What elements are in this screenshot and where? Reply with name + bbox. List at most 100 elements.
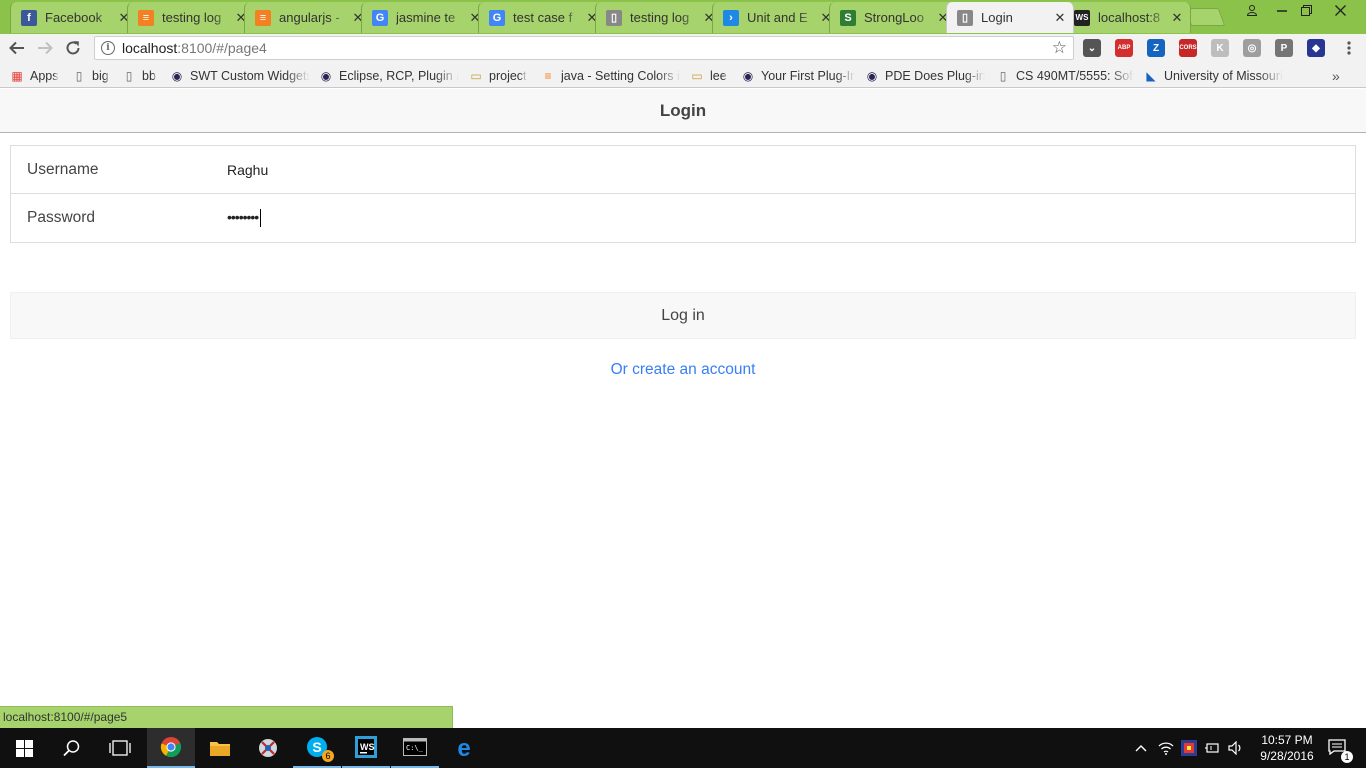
eclipse-icon: ◉ xyxy=(171,69,183,83)
skype-icon[interactable]: S 6 xyxy=(293,728,341,768)
url-host: localhost xyxy=(122,40,178,56)
tab-title: Unit and E xyxy=(747,10,808,25)
chrome-menu-icon[interactable] xyxy=(1338,38,1360,58)
close-window-icon[interactable] xyxy=(1326,0,1354,20)
bookmark-item[interactable]: ◉ Eclipse, RCP, Plugin ar xyxy=(319,67,459,85)
browser-tab[interactable]: Gjasmine te ✕ xyxy=(361,2,489,33)
bookmarks-overflow-chevron-icon[interactable]: » xyxy=(1332,67,1340,85)
site-info-icon[interactable]: i xyxy=(101,41,115,55)
bookmark-item[interactable]: ▯ bb xyxy=(122,67,162,85)
bookmark-item[interactable]: ▯ big xyxy=(72,67,112,85)
clock-date: 9/28/2016 xyxy=(1260,749,1314,763)
create-account-link[interactable]: Or create an account xyxy=(0,361,1366,379)
bookmark-star-icon[interactable]: ☆ xyxy=(1052,38,1067,58)
profile-icon[interactable] xyxy=(1238,0,1266,20)
svg-text:WS: WS xyxy=(360,742,375,752)
username-row[interactable]: Username Raghu xyxy=(11,146,1355,194)
url-path: :8100/#/page4 xyxy=(177,40,267,56)
status-url-bubble: localhost:8100/#/page5 xyxy=(0,706,453,728)
camera-icon[interactable]: ◎ xyxy=(1243,39,1261,57)
google-icon: G xyxy=(372,9,388,26)
windows-taskbar: S 6 WS C:\_ e 10:57 PM 9/28/2016 1 xyxy=(0,728,1366,768)
bookmark-item[interactable]: ≡ java - Setting Colors ir xyxy=(541,67,681,85)
tab-title: Facebook xyxy=(45,10,103,25)
clock-time: 10:57 PM xyxy=(1261,733,1313,747)
browser-tab[interactable]: › Unit and E ✕ xyxy=(712,2,840,33)
clock[interactable]: 10:57 PM 9/28/2016 xyxy=(1252,732,1322,764)
bookmark-item[interactable]: ◣ University of Missouri xyxy=(1144,67,1284,85)
pinterest-p-icon[interactable]: P xyxy=(1275,39,1293,57)
tab-close-icon[interactable]: ✕ xyxy=(1053,10,1067,26)
bookmark-item[interactable]: ◉ PDE Does Plug-ins xyxy=(865,67,985,85)
login-button[interactable]: Log in xyxy=(10,292,1356,339)
wifi-icon[interactable] xyxy=(1156,728,1176,768)
notification-count-badge: 1 xyxy=(1341,750,1353,763)
browser-tab[interactable]: ▯ testing log ✕ xyxy=(595,2,723,33)
page-icon: ▯ xyxy=(606,9,622,26)
tab-title: testing log xyxy=(630,10,690,25)
tab-title: testing log xyxy=(162,10,222,25)
apps-grid-icon: ▦ xyxy=(11,69,23,83)
volume-icon[interactable] xyxy=(1226,728,1246,768)
bookmark-item[interactable]: ▭ lee xyxy=(690,67,732,85)
show-hidden-icons-chevron-icon[interactable] xyxy=(1132,728,1150,768)
svg-text:C:\_: C:\_ xyxy=(406,744,424,752)
address-url[interactable]: localhost:8100/#/page4 xyxy=(122,40,267,56)
restore-icon[interactable] xyxy=(1292,0,1320,20)
webstorm-icon[interactable]: WS xyxy=(342,728,390,768)
browser-tab[interactable]: Gtest case f ✕ xyxy=(478,2,606,33)
action-center-icon[interactable]: 1 xyxy=(1320,728,1354,768)
adblock-plus-icon[interactable]: ABP xyxy=(1115,39,1133,57)
password-input[interactable]: •••••••• xyxy=(227,208,262,227)
page-icon: ▯ xyxy=(125,69,133,83)
bookmark-item[interactable]: ◉ SWT Custom Widgets xyxy=(170,67,310,85)
username-input[interactable]: Raghu xyxy=(227,162,268,178)
browser-tab[interactable]: f Facebook ✕ xyxy=(10,2,138,33)
task-view-icon[interactable] xyxy=(96,728,144,768)
tray-app-icon[interactable] xyxy=(1180,728,1198,768)
search-icon[interactable] xyxy=(48,728,96,768)
snipping-tool-icon[interactable] xyxy=(244,728,292,768)
bookmark-label: project xyxy=(489,69,527,83)
browser-tab[interactable]: ≡ testing log ✕ xyxy=(127,2,255,33)
address-bar[interactable]: i localhost:8100/#/page4 ☆ xyxy=(94,36,1074,60)
bookmark-item[interactable]: ▦ Apps xyxy=(10,67,62,85)
pocket-icon[interactable]: ⌄ xyxy=(1083,39,1101,57)
forward-arrow-icon[interactable] xyxy=(34,38,56,58)
windows-start-icon[interactable] xyxy=(0,728,48,768)
tab-strip: f Facebook ✕ ≡ testing log ✕ ≡ angularjs - ✕ Gjas… xyxy=(0,0,1366,34)
page-icon: ▯ xyxy=(957,9,973,26)
page-icon: ▯ xyxy=(999,69,1007,83)
power-plug-icon[interactable] xyxy=(1202,728,1222,768)
bookmark-item[interactable]: ▭ project xyxy=(469,67,529,85)
page-title: Login xyxy=(659,100,707,120)
password-masked-value: •••••••• xyxy=(227,209,259,226)
facebook-icon: f xyxy=(21,9,37,26)
bookmark-item[interactable]: ▯ CS 490MT/5555: Softw xyxy=(996,67,1134,85)
cors-icon[interactable]: CORS xyxy=(1179,39,1197,57)
reload-icon[interactable] xyxy=(62,38,84,58)
tab-title: StrongLoo xyxy=(864,10,924,25)
browser-tab[interactable]: ▯ Login ✕ xyxy=(946,2,1074,33)
browser-tab[interactable]: S StrongLoo ✕ xyxy=(829,2,957,33)
browser-tab[interactable]: WS localhost:8 ✕ xyxy=(1063,2,1191,33)
chrome-taskbar-icon[interactable] xyxy=(147,728,195,768)
bookmark-item[interactable]: ◉ Your First Plug-In xyxy=(741,67,855,85)
stackoverflow-icon: ≡ xyxy=(138,9,154,26)
extension-purple-icon[interactable]: ◆ xyxy=(1307,39,1325,57)
command-prompt-icon[interactable]: C:\_ xyxy=(391,728,439,768)
extension-k-icon[interactable]: K xyxy=(1211,39,1229,57)
back-arrow-icon[interactable] xyxy=(6,38,28,58)
password-row[interactable]: Password •••••••• xyxy=(11,194,1355,242)
university-icon: ◣ xyxy=(1146,69,1156,83)
bookmark-label: java - Setting Colors ir xyxy=(561,69,681,83)
zotero-icon[interactable]: Z xyxy=(1147,39,1165,57)
google-icon: G xyxy=(489,9,505,26)
tab-close-icon[interactable]: ✕ xyxy=(1170,10,1184,26)
browser-tab[interactable]: ≡ angularjs - ✕ xyxy=(244,2,372,33)
edge-browser-icon[interactable]: e xyxy=(440,728,488,768)
app-header: Login xyxy=(0,89,1366,133)
username-label: Username xyxy=(27,160,99,178)
file-explorer-icon[interactable] xyxy=(196,728,244,768)
bookmark-label: lee xyxy=(710,69,727,83)
